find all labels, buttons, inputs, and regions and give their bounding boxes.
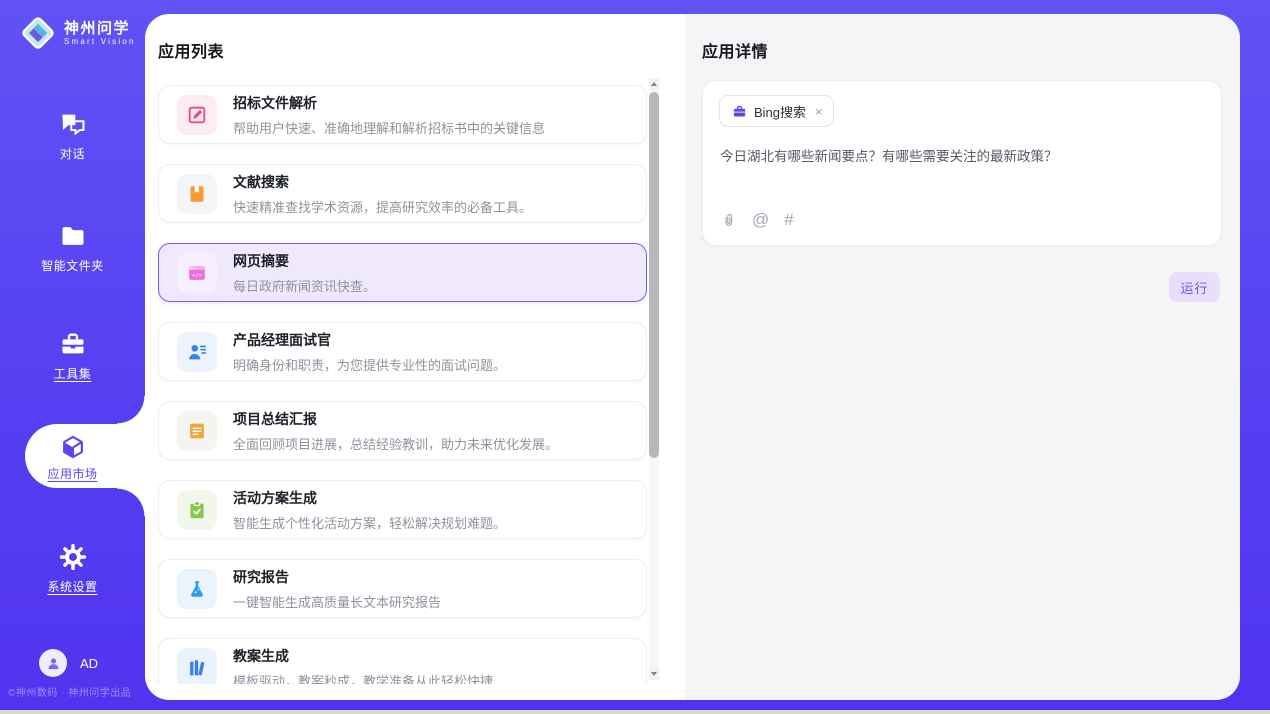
scrollbar-up-icon[interactable] — [649, 78, 659, 90]
topic-icon[interactable]: # — [784, 211, 793, 229]
tool-chip-label: Bing搜索 — [754, 102, 806, 121]
sidebar-item-label: 工具集 — [0, 365, 145, 382]
app-card[interactable]: </> 网页摘要每日政府新闻资讯快查。 — [158, 243, 647, 302]
bottom-edge — [0, 710, 1270, 714]
query-card: Bing搜索 × 今日湖北有哪些新闻要点？有哪些需要关注的最新政策？ @ # — [702, 80, 1222, 246]
sidebar-item-label: 系统设置 — [0, 578, 145, 595]
sidebar-item-label: 应用市场 — [0, 465, 145, 482]
scrollbar-thumb[interactable] — [649, 92, 659, 458]
sidebar-item-app-market[interactable]: 应用市场 — [0, 424, 145, 488]
cube-icon — [59, 433, 87, 461]
folder-icon — [59, 222, 87, 250]
app-description: 明确身份和职责，为您提供专业性的面试问题。 — [233, 355, 506, 374]
app-description: 每日政府新闻资讯快查。 — [233, 276, 376, 295]
app-card[interactable]: 教案生成模板驱动，教案秒成，教学准备从此轻松快捷 — [158, 638, 647, 684]
close-icon[interactable]: × — [815, 104, 823, 119]
sidebar-item-label: 智能文件夹 — [0, 257, 145, 274]
app-name: 研究报告 — [233, 567, 441, 587]
tool-chip-bing-search[interactable]: Bing搜索 × — [719, 95, 834, 127]
app-card[interactable]: 活动方案生成智能生成个性化活动方案，轻松解决规划难题。 — [158, 480, 647, 539]
app-description: 模板驱动，教案秒成，教学准备从此轻松快捷 — [233, 671, 493, 685]
app-name: 活动方案生成 — [233, 488, 506, 508]
app-detail-panel: 应用详情 Bing搜索 × 今日湖北有哪些新闻要点？有哪些需要关注的最新政策？ — [685, 14, 1240, 700]
brand-subtitle: Smart Vision — [64, 37, 136, 46]
app-description: 帮助用户快速、准确地理解和解析招标书中的关键信息 — [233, 118, 545, 137]
app-description: 智能生成个性化活动方案，轻松解决规划难题。 — [233, 513, 506, 532]
main-content: 应用列表 招标文件解析帮助用户快速、准确地理解和解析招标书中的关键信息文献搜索快… — [145, 14, 1240, 700]
sidebar-item-smart-folder[interactable]: 智能文件夹 — [0, 222, 145, 274]
book-icon — [177, 174, 217, 214]
app-name: 项目总结汇报 — [233, 409, 558, 429]
research-icon — [177, 569, 217, 609]
run-button[interactable]: 运行 — [1169, 272, 1220, 302]
app-detail-title: 应用详情 — [702, 38, 768, 62]
app-card[interactable]: 研究报告一键智能生成高质量长文本研究报告 — [158, 559, 647, 618]
app-card[interactable]: 招标文件解析帮助用户快速、准确地理解和解析招标书中的关键信息 — [158, 85, 647, 144]
app-card[interactable]: 文献搜索快速精准查找学术资源，提高研究效率的必备工具。 — [158, 164, 647, 223]
attachment-icon[interactable] — [720, 212, 737, 229]
chat-icon — [59, 110, 87, 138]
edit-doc-icon — [177, 95, 217, 135]
app-card[interactable]: 项目总结汇报全面回顾项目进展，总结经验教训，助力未来优化发展。 — [158, 401, 647, 460]
user-name: AD — [80, 656, 98, 671]
books-icon — [177, 648, 217, 685]
app-description: 快速精准查找学术资源，提高研究效率的必备工具。 — [233, 197, 532, 216]
app-list-scrollbar[interactable] — [649, 78, 659, 680]
gear-icon — [59, 543, 87, 571]
app-window: 神州问学 Smart Vision 对话智能文件夹工具集应用市场系统设置 AD … — [0, 0, 1270, 710]
sidebar-item-settings[interactable]: 系统设置 — [0, 543, 145, 595]
app-description: 全面回顾项目进展，总结经验教训，助力未来优化发展。 — [233, 434, 558, 453]
copyright-text: ©神州数码 · 神州问学出品 — [8, 684, 131, 699]
interviewer-icon — [177, 332, 217, 372]
brand-logo-icon — [18, 13, 58, 53]
toolbox-icon — [59, 330, 87, 358]
app-list-title: 应用列表 — [158, 38, 224, 62]
brand: 神州问学 Smart Vision — [18, 13, 136, 53]
app-name: 产品经理面试官 — [233, 330, 506, 350]
sidebar-item-label: 对话 — [0, 145, 145, 162]
app-list-panel: 应用列表 招标文件解析帮助用户快速、准确地理解和解析招标书中的关键信息文献搜索快… — [145, 14, 685, 700]
briefcase-icon — [732, 104, 747, 119]
app-card[interactable]: 产品经理面试官明确身份和职责，为您提供专业性的面试问题。 — [158, 322, 647, 381]
mention-icon[interactable]: @ — [752, 211, 769, 229]
sidebar-item-chat[interactable]: 对话 — [0, 110, 145, 162]
brand-name: 神州问学 — [64, 20, 136, 37]
clipboard-check-icon — [177, 490, 217, 530]
memo-icon — [177, 411, 217, 451]
app-list: 招标文件解析帮助用户快速、准确地理解和解析招标书中的关键信息文献搜索快速精准查找… — [158, 85, 647, 684]
app-name: 网页摘要 — [233, 251, 376, 271]
app-name: 教案生成 — [233, 646, 493, 666]
app-description: 一键智能生成高质量长文本研究报告 — [233, 592, 441, 611]
query-input[interactable]: 今日湖北有哪些新闻要点？有哪些需要关注的最新政策？ — [720, 147, 1201, 166]
app-name: 文献搜索 — [233, 172, 532, 192]
scrollbar-down-icon[interactable] — [649, 668, 659, 680]
svg-text:</>: </> — [192, 273, 203, 279]
user-avatar-icon — [39, 649, 67, 677]
web-code-icon: </> — [177, 253, 217, 293]
user-account[interactable]: AD — [39, 649, 98, 677]
app-name: 招标文件解析 — [233, 93, 545, 113]
sidebar-item-toolkit[interactable]: 工具集 — [0, 330, 145, 382]
sidebar: 神州问学 Smart Vision 对话智能文件夹工具集应用市场系统设置 AD … — [0, 0, 145, 710]
input-toolbar: @ # — [720, 211, 794, 229]
